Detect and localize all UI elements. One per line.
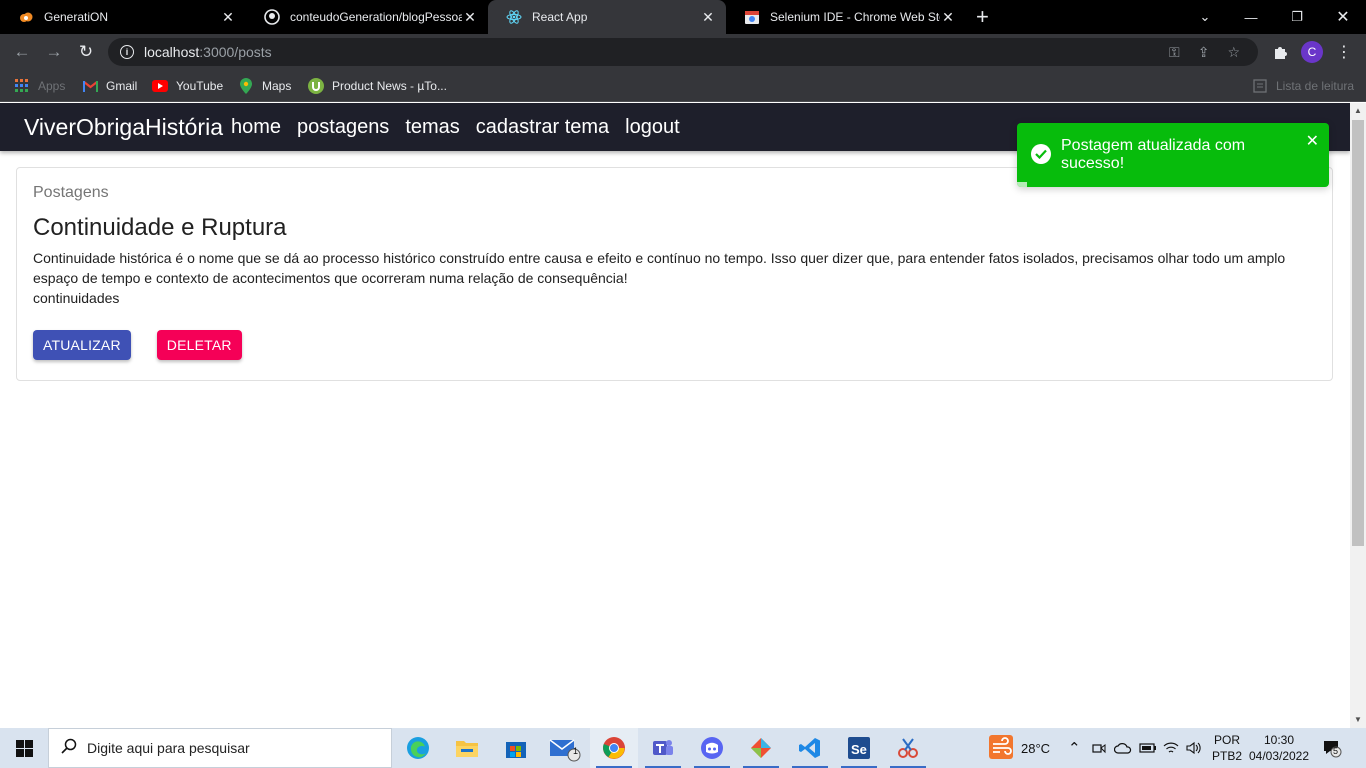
reload-icon[interactable]: ↻ <box>74 40 98 64</box>
success-toast: Postagem atualizada com sucesso! ✕ <box>1017 123 1329 187</box>
close-tab-icon[interactable]: ✕ <box>220 9 236 26</box>
post-title: Continuidade e Ruptura <box>33 214 287 241</box>
chrome-menu-icon[interactable]: ⋮ <box>1334 40 1354 64</box>
wifi-icon[interactable] <box>1163 728 1179 768</box>
update-button[interactable]: Atualizar <box>33 330 131 360</box>
address-bar[interactable]: i localhost:3000/posts ⚿ ⇪ ☆ <box>108 38 1258 66</box>
nav-link-logout[interactable]: logout <box>625 116 680 139</box>
delete-button[interactable]: Deletar <box>156 330 242 360</box>
toast-close-icon[interactable]: ✕ <box>1306 131 1319 151</box>
post-theme: continuidades <box>33 290 120 306</box>
notifications-badge: 5 <box>1333 746 1339 756</box>
clock-date: 04/03/2022 <box>1248 749 1310 763</box>
browser-toolbar: ← → ↻ i localhost:3000/posts ⚿ ⇪ ☆ C ⋮ <box>0 34 1366 70</box>
reading-list[interactable]: Lista de leitura <box>1252 77 1354 95</box>
check-circle-icon <box>1031 144 1051 164</box>
bookmark-star-icon[interactable]: ☆ <box>1227 44 1240 61</box>
reading-list-icon <box>1252 78 1268 94</box>
vscode-icon[interactable] <box>786 728 834 768</box>
selenium-icon[interactable]: Se <box>835 728 883 768</box>
mail-badge: 1 <box>573 746 579 756</box>
toast-message: Postagem atualizada com sucesso! <box>1061 137 1246 172</box>
search-icon <box>61 738 77 759</box>
bookmark-apps[interactable]: Apps <box>14 77 65 95</box>
teams-icon[interactable] <box>639 728 687 768</box>
gmail-icon <box>82 78 98 94</box>
nav-link-temas[interactable]: temas <box>405 116 459 139</box>
github-icon <box>264 9 280 25</box>
clock[interactable]: 10:30 04/03/2022 <box>1249 728 1309 768</box>
scrollbar-thumb[interactable] <box>1352 120 1364 546</box>
clock-time: 10:30 <box>1263 733 1295 747</box>
snipping-tool-icon[interactable] <box>884 728 932 768</box>
tab-selenium-store[interactable]: Selenium IDE - Chrome Web Store ✕ <box>726 0 966 34</box>
battery-icon[interactable] <box>1139 728 1157 768</box>
bookmark-youtube[interactable]: YouTube <box>152 77 223 95</box>
input-language-indicator[interactable]: POR PTB2 <box>1212 728 1242 768</box>
file-explorer-icon[interactable] <box>443 728 491 768</box>
discord-icon[interactable] <box>688 728 736 768</box>
page-viewport: ViverObrigaHistória home postagens temas… <box>0 103 1350 728</box>
restore-button[interactable]: ❐ <box>1274 0 1320 34</box>
svg-text:Se: Se <box>851 742 867 757</box>
profile-avatar[interactable]: C <box>1301 40 1323 64</box>
browser-tab-strip: GeneratiON ✕ conteudoGeneration/blogPess… <box>0 0 1366 34</box>
windows-start-icon[interactable] <box>0 728 48 768</box>
page-scrollbar[interactable]: ▲ ▼ <box>1350 103 1366 728</box>
cloud-icon <box>18 9 34 25</box>
weather-widget[interactable]: 28°C <box>989 728 1050 768</box>
maps-icon <box>238 78 254 94</box>
windows-taskbar: Digite aqui para pesquisar 1 Se 28°C ⌃ P… <box>0 728 1366 768</box>
tab-github[interactable]: conteudoGeneration/blogPessoal ✕ <box>246 0 488 34</box>
toast-progress-bar <box>1017 182 1027 187</box>
back-arrow-icon[interactable]: ← <box>10 40 34 64</box>
new-tab-button[interactable]: + <box>976 5 989 29</box>
scroll-down-arrow-icon[interactable]: ▼ <box>1350 712 1366 728</box>
bookmark-product-news[interactable]: Product News - µTo... <box>308 77 447 95</box>
post-actions: Atualizar Deletar <box>33 330 242 360</box>
share-icon[interactable]: ⇪ <box>1198 44 1210 61</box>
show-hidden-icons-chevron-icon[interactable]: ⌃ <box>1068 728 1081 768</box>
bookmark-gmail[interactable]: Gmail <box>82 77 137 95</box>
bookmark-maps[interactable]: Maps <box>238 77 291 95</box>
nav-link-cadastrar-tema[interactable]: cadastrar tema <box>476 116 609 139</box>
extensions-puzzle-icon[interactable] <box>1270 40 1290 64</box>
webstore-icon <box>744 9 760 25</box>
close-tab-icon[interactable]: ✕ <box>940 9 956 26</box>
microsoft-store-icon[interactable] <box>492 728 540 768</box>
chrome-taskbar-icon[interactable] <box>590 728 638 768</box>
close-tab-icon[interactable]: ✕ <box>700 9 716 26</box>
mail-icon[interactable]: 1 <box>541 728 589 768</box>
key-icon[interactable]: ⚿ <box>1169 44 1180 61</box>
tab-react-app[interactable]: React App ✕ <box>488 0 726 34</box>
minimize-button[interactable]: — <box>1228 0 1274 34</box>
wind-weather-icon <box>989 734 1013 762</box>
youtube-icon <box>152 78 168 94</box>
close-tab-icon[interactable]: ✕ <box>462 9 478 26</box>
apps-grid-icon <box>14 78 30 94</box>
meet-now-icon[interactable] <box>1092 728 1106 768</box>
notifications-icon[interactable]: 5 <box>1322 728 1342 768</box>
site-info-icon[interactable]: i <box>120 45 134 59</box>
onedrive-cloud-icon[interactable] <box>1114 728 1132 768</box>
git-kraken-icon[interactable] <box>737 728 785 768</box>
react-icon <box>506 9 522 25</box>
tab-search-icon[interactable]: ⌄ <box>1182 0 1228 34</box>
scroll-up-arrow-icon[interactable]: ▲ <box>1350 103 1366 119</box>
taskbar-search-box[interactable]: Digite aqui para pesquisar <box>48 728 392 768</box>
brand-title: ViverObrigaHistória <box>24 113 223 140</box>
nav-link-postagens[interactable]: postagens <box>297 116 389 139</box>
bookmarks-bar: Apps Gmail YouTube Maps Product News - µ… <box>0 70 1366 102</box>
tab-generation[interactable]: GeneratiON ✕ <box>0 0 246 34</box>
close-window-button[interactable]: ✕ <box>1320 0 1366 34</box>
nav-link-home[interactable]: home <box>231 116 281 139</box>
post-text: Continuidade histórica é o nome que se d… <box>33 250 1286 286</box>
edge-browser-icon[interactable] <box>394 728 442 768</box>
forward-arrow-icon[interactable]: → <box>42 40 66 64</box>
utorrent-icon <box>308 78 324 94</box>
post-card: Postagens Continuidade e Ruptura Continu… <box>16 167 1333 381</box>
volume-icon[interactable] <box>1186 728 1202 768</box>
